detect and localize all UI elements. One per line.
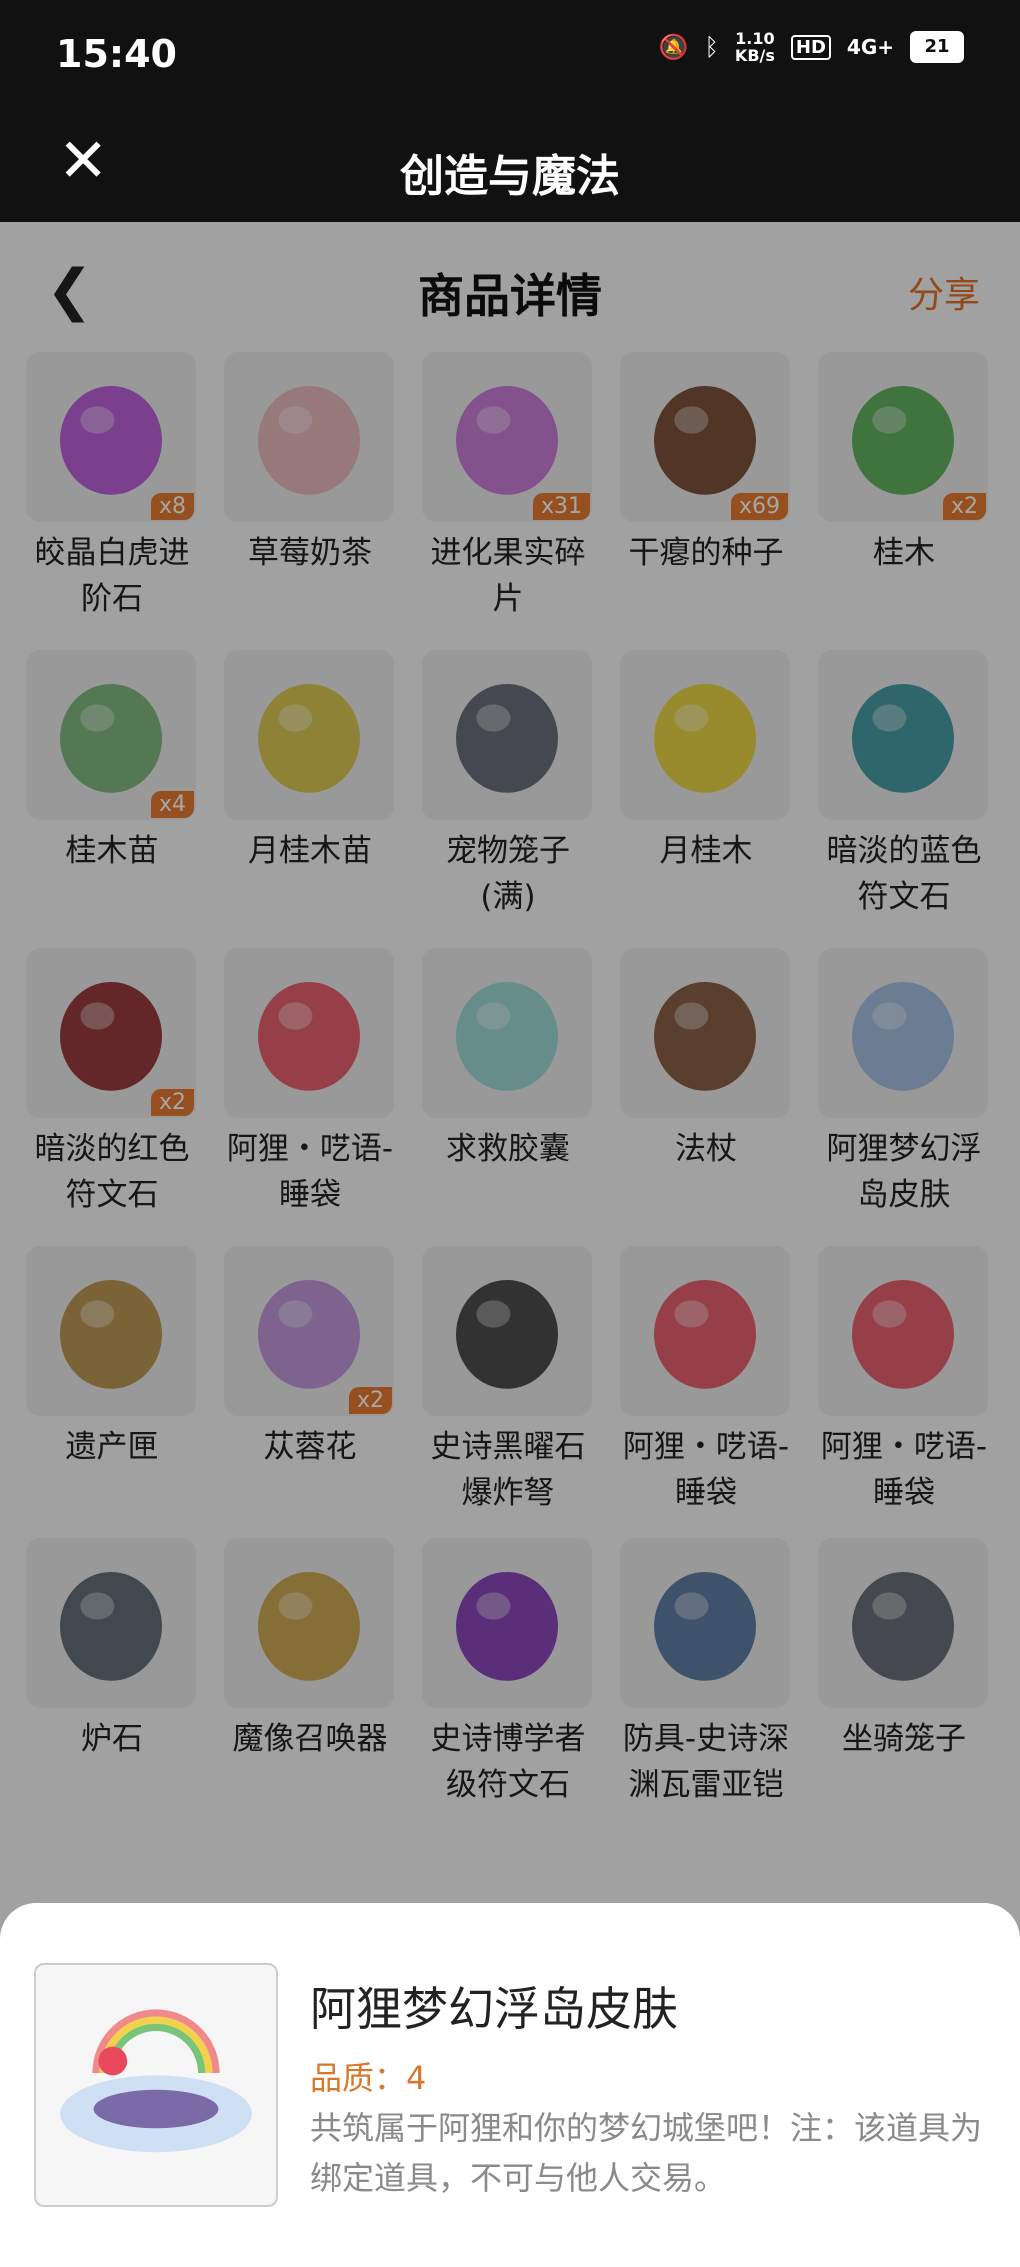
battery-icon: 21: [910, 31, 964, 63]
item-name: 阿狸梦幻浮岛皮肤: [310, 1982, 678, 2036]
app-bar: ✕ 创造与魔法: [0, 110, 1020, 222]
mute-icon: 🔕: [658, 33, 689, 61]
item-quality: 品质：4: [310, 2059, 427, 2097]
net-speed: 1.10 KB/s: [735, 30, 775, 64]
signal-icon: 4G+: [846, 35, 894, 59]
item-description: 共筑属于阿狸和你的梦幻城堡吧！注：该道具为绑定道具，不可与他人交易。: [310, 2109, 983, 2197]
status-time: 15:40: [56, 32, 177, 76]
bluetooth-icon: ᛒ: [704, 33, 719, 61]
floating-island-icon: [34, 1963, 278, 2207]
status-icons: 🔕 ᛒ 1.10 KB/s HD 4G+ 21: [659, 30, 964, 64]
hd-icon: HD: [790, 34, 831, 60]
item-detail-sheet: 阿狸梦幻浮岛皮肤 品质：4 共筑属于阿狸和你的梦幻城堡吧！注：该道具为绑定道具，…: [0, 1903, 1020, 2267]
net-speed-value: 1.10: [735, 29, 775, 48]
net-speed-unit: KB/s: [734, 46, 775, 65]
status-bar: 15:40 🔕 ᛒ 1.10 KB/s HD 4G+ 21: [0, 0, 1020, 110]
app-title: 创造与魔法: [400, 151, 620, 202]
